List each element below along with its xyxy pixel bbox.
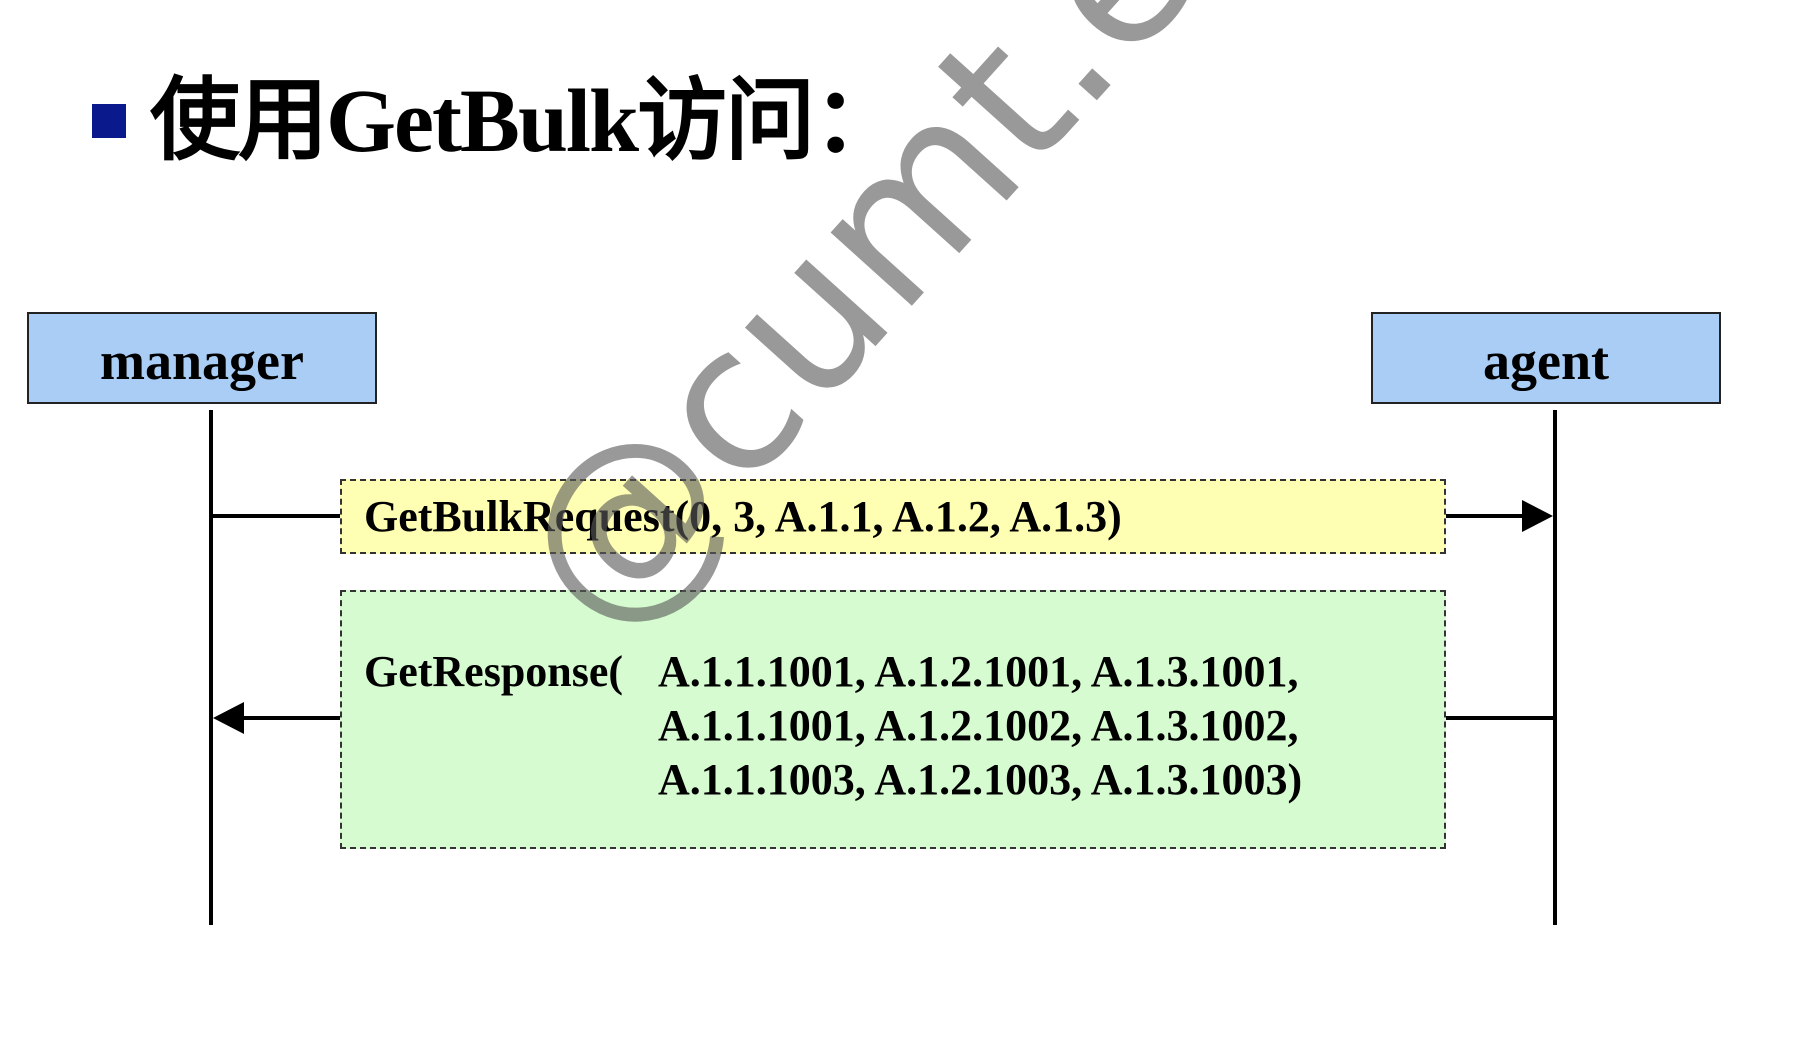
response-prefix: GetResponse( bbox=[364, 646, 624, 696]
response-message-box: GetResponse( A.1.1.1001, A.1.2.1001, A.1… bbox=[340, 590, 1446, 849]
request-arrowhead-icon bbox=[1522, 500, 1553, 532]
title-row: 使用GetBulk访问： bbox=[92, 52, 903, 172]
response-line-2: A.1.1.1001, A.1.2.1002, A.1.3.1002, bbox=[364, 698, 1444, 752]
response-line-1: GetResponse( A.1.1.1001, A.1.2.1001, A.1… bbox=[364, 644, 1444, 698]
slide-canvas: 使用GetBulk访问： manager agent GetBulkReques… bbox=[0, 0, 1810, 1048]
response-line-3: A.1.1.1003, A.1.2.1003, A.1.3.1003) bbox=[364, 752, 1444, 806]
slide-title: 使用GetBulk访问： bbox=[150, 72, 903, 171]
lifeline-agent bbox=[1553, 410, 1557, 925]
request-message-box: GetBulkRequest(0, 3, A.1.1, A.1.2, A.1.3… bbox=[340, 479, 1446, 554]
response-line-3-text: A.1.1.1003, A.1.2.1003, A.1.3.1003) bbox=[658, 754, 1303, 804]
square-bullet-icon bbox=[92, 104, 126, 138]
response-line-1-text: A.1.1.1001, A.1.2.1001, A.1.3.1001, bbox=[658, 646, 1299, 696]
actor-manager: manager bbox=[27, 312, 377, 404]
actor-agent: agent bbox=[1371, 312, 1721, 404]
lifeline-manager bbox=[209, 410, 213, 925]
request-message-text: GetBulkRequest(0, 3, A.1.1, A.1.2, A.1.3… bbox=[364, 492, 1122, 541]
response-line-2-text: A.1.1.1001, A.1.2.1002, A.1.3.1002, bbox=[658, 700, 1299, 750]
response-arrowhead-icon bbox=[213, 702, 244, 734]
